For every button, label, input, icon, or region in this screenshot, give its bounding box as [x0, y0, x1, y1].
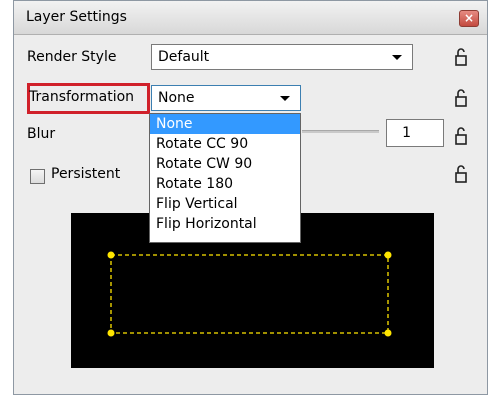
dropdown-option-flip-horizontal[interactable]: Flip Horizontal — [150, 214, 300, 234]
blur-value: 1 — [402, 125, 411, 141]
resize-handle-top-right — [384, 251, 392, 259]
dropdown-option-rotate-cw-90[interactable]: Rotate CW 90 — [150, 154, 300, 174]
blur-slider-track[interactable] — [302, 130, 379, 133]
lock-icon[interactable] — [454, 126, 468, 146]
close-icon: × — [463, 11, 475, 25]
dropdown-option-none[interactable]: None — [150, 114, 300, 134]
resize-handle-bottom-right — [384, 329, 392, 337]
resize-handle-top-left — [107, 251, 115, 259]
resize-handle-bottom-left — [107, 329, 115, 337]
lock-icon[interactable] — [454, 164, 468, 184]
close-button[interactable]: × — [459, 10, 479, 27]
dropdown-option-flip-vertical[interactable]: Flip Vertical — [150, 194, 300, 214]
dropdown-option-rotate-180[interactable]: Rotate 180 — [150, 174, 300, 194]
transformation-dropdown-list: None Rotate CC 90 Rotate CW 90 Rotate 18… — [149, 113, 301, 243]
persistent-label: Persistent — [51, 166, 121, 182]
transformation-label: Transformation — [29, 89, 135, 105]
blur-spinbox[interactable]: 1 — [386, 119, 444, 147]
transformation-value: None — [158, 90, 195, 106]
persistent-checkbox[interactable] — [30, 169, 45, 184]
chevron-down-icon — [392, 55, 402, 60]
render-style-label: Render Style — [27, 49, 117, 65]
render-style-value: Default — [158, 49, 210, 65]
layer-settings-window: Layer Settings × Render Style Default Tr… — [13, 0, 488, 395]
blur-label: Blur — [27, 126, 56, 142]
render-style-select[interactable]: Default — [151, 44, 413, 70]
title-bar[interactable]: Layer Settings × — [14, 1, 487, 35]
lock-icon[interactable] — [454, 47, 468, 67]
dropdown-option-rotate-cc-90[interactable]: Rotate CC 90 — [150, 134, 300, 154]
window-title: Layer Settings — [26, 9, 127, 25]
selection-rectangle — [110, 254, 389, 334]
chevron-down-icon — [280, 96, 290, 101]
transformation-select[interactable]: None — [151, 85, 301, 111]
lock-icon[interactable] — [454, 88, 468, 108]
